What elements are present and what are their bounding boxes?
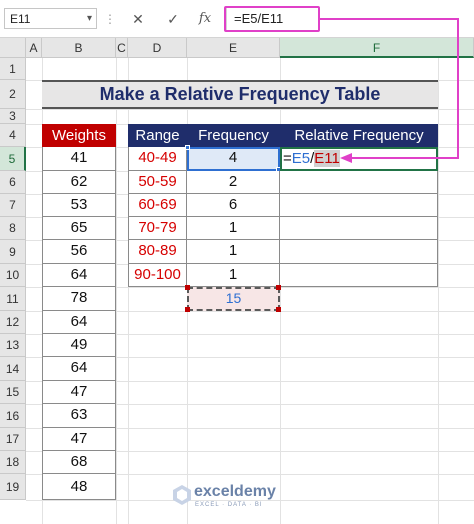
name-box-value: E11	[10, 12, 31, 26]
range-cell[interactable]: 50-59	[128, 171, 187, 194]
frequency-cell[interactable]: 1	[187, 217, 280, 240]
relative-frequency-cell[interactable]	[280, 264, 438, 287]
weight-cell[interactable]: 41	[42, 147, 116, 171]
cancel-icon[interactable]: ✕	[127, 8, 149, 30]
column-header-c[interactable]: C	[116, 38, 128, 58]
column-header-e[interactable]: E	[187, 38, 280, 58]
selection-handle[interactable]	[185, 145, 190, 150]
formula-ref-e5: E5	[291, 150, 311, 167]
weight-cell[interactable]: 68	[42, 451, 116, 474]
weights-header[interactable]: Weights	[42, 124, 116, 147]
sheet-title[interactable]: Make a Relative Frequency Table	[42, 80, 438, 109]
row-header-5[interactable]: 5	[0, 147, 26, 171]
row-header-10[interactable]: 10	[0, 264, 26, 287]
range-cell[interactable]: 60-69	[128, 194, 187, 217]
row-header-11[interactable]: 11	[0, 287, 26, 311]
formula-equals: =	[283, 150, 292, 167]
row-header-4[interactable]: 4	[0, 124, 26, 147]
relative-frequency-cell[interactable]	[280, 194, 438, 217]
reference-handle	[185, 285, 190, 290]
gridline	[438, 58, 439, 524]
insert-function-icon[interactable]: fx	[194, 8, 216, 30]
row-header-16[interactable]: 16	[0, 404, 26, 428]
weight-cell[interactable]: 65	[42, 217, 116, 240]
select-all-corner[interactable]	[0, 38, 26, 58]
reference-handle	[276, 285, 281, 290]
name-box[interactable]: E11 ▾	[4, 8, 97, 29]
row-header-1[interactable]: 1	[0, 58, 26, 80]
row-header-17[interactable]: 17	[0, 428, 26, 451]
range-cell[interactable]: 90-100	[128, 264, 187, 287]
relative-frequency-cell[interactable]	[280, 171, 438, 194]
exceldemy-watermark: exceldemy EXCEL · DATA · BI	[172, 482, 322, 512]
enter-icon[interactable]: ✓	[162, 8, 184, 30]
row-header-19[interactable]: 19	[0, 474, 26, 500]
weight-cell[interactable]: 62	[42, 171, 116, 194]
formula-edit-cell[interactable]: =E5/E11	[280, 147, 438, 171]
frequency-cell-selected[interactable]: 4	[187, 147, 280, 171]
column-header-d[interactable]: D	[128, 38, 187, 58]
column-header-b[interactable]: B	[42, 38, 116, 58]
column-header-a[interactable]: A	[26, 38, 42, 58]
range-cell[interactable]: 70-79	[128, 217, 187, 240]
relative-frequency-cell[interactable]	[280, 240, 438, 264]
row-header-3[interactable]: 3	[0, 109, 26, 124]
frequency-header[interactable]: Frequency	[187, 124, 280, 147]
reference-handle	[276, 307, 281, 312]
watermark-name: exceldemy	[194, 483, 276, 500]
formula-ref-e11: E11	[314, 150, 340, 167]
range-cell[interactable]: 40-49	[128, 147, 187, 171]
row-header-15[interactable]: 15	[0, 381, 26, 404]
reference-handle	[185, 307, 190, 312]
row-header-14[interactable]: 14	[0, 357, 26, 381]
row-header-12[interactable]: 12	[0, 311, 26, 334]
row-header-7[interactable]: 7	[0, 194, 26, 217]
weight-cell[interactable]: 48	[42, 474, 116, 500]
relative-frequency-cell[interactable]	[280, 217, 438, 240]
weight-cell[interactable]: 47	[42, 428, 116, 451]
gridline	[26, 109, 474, 110]
chevron-down-icon[interactable]: ▾	[87, 13, 92, 24]
relative-frequency-header[interactable]: Relative Frequency	[280, 124, 438, 147]
row-header-9[interactable]: 9	[0, 240, 26, 264]
column-header-f[interactable]: F	[280, 38, 474, 58]
formula-bar-separator: ⋮	[104, 12, 116, 26]
frequency-cell[interactable]: 6	[187, 194, 280, 217]
row-header-6[interactable]: 6	[0, 171, 26, 194]
frequency-cell[interactable]: 1	[187, 240, 280, 264]
watermark-tagline: EXCEL · DATA · BI	[195, 502, 263, 508]
weight-cell[interactable]: 49	[42, 334, 116, 357]
weight-cell[interactable]: 53	[42, 194, 116, 217]
range-header[interactable]: Range	[128, 124, 187, 147]
weight-cell[interactable]: 64	[42, 357, 116, 381]
weight-cell[interactable]: 64	[42, 264, 116, 287]
weight-cell[interactable]: 47	[42, 381, 116, 404]
weight-cell[interactable]: 63	[42, 404, 116, 428]
exceldemy-logo-icon	[173, 485, 191, 505]
row-header-18[interactable]: 18	[0, 451, 26, 474]
frequency-cell[interactable]: 1	[187, 264, 280, 287]
weight-cell[interactable]: 56	[42, 240, 116, 264]
weight-cell[interactable]: 64	[42, 311, 116, 334]
frequency-cell[interactable]: 2	[187, 171, 280, 194]
weight-cell[interactable]: 78	[42, 287, 116, 311]
formula-bar: E11 ▾ ⋮ ✕ ✓ fx =E5/E11	[0, 0, 474, 38]
frequency-total-cell[interactable]: 15	[187, 287, 280, 311]
formula-highlight-box	[224, 6, 320, 32]
row-header-2[interactable]: 2	[0, 80, 26, 109]
gridline	[116, 58, 117, 524]
range-cell[interactable]: 80-89	[128, 240, 187, 264]
row-header-13[interactable]: 13	[0, 334, 26, 357]
row-header-8[interactable]: 8	[0, 217, 26, 240]
